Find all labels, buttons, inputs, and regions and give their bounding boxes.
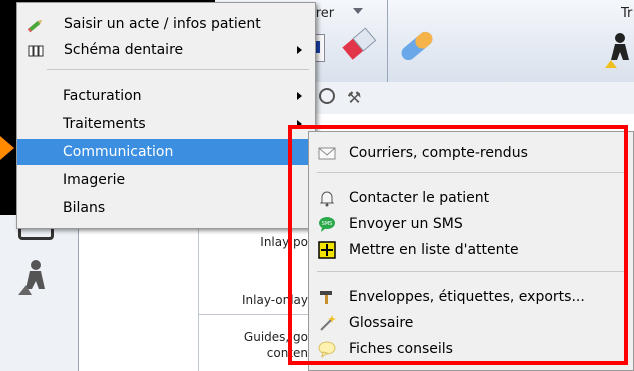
plus-box-icon — [318, 241, 336, 259]
table-cell[interactable]: Guides, go — [200, 330, 308, 344]
submenu-item-label: Glossaire — [349, 315, 414, 331]
teeth-chart-icon — [27, 42, 45, 58]
tools-icon — [318, 288, 336, 306]
worker-icon[interactable] — [16, 257, 50, 301]
menu-item-label: Facturation — [63, 88, 142, 104]
menu-item-label: Schéma dentaire — [64, 42, 184, 58]
table-cell[interactable]: Inlay po — [230, 235, 308, 249]
sms-icon: SMS — [318, 215, 336, 233]
submenu-item-liste-attente[interactable]: Mettre en liste d'attente — [309, 237, 633, 263]
speech-bubble-icon — [318, 340, 336, 359]
submenu-item-label: Mettre en liste d'attente — [349, 242, 519, 258]
submenu-item-label: Enveloppes, étiquettes, exports... — [349, 289, 585, 305]
pill-icon[interactable] — [395, 24, 439, 68]
menu-item-traitements[interactable]: Traitements — [17, 111, 315, 137]
menu-separator — [47, 69, 309, 70]
menu-item-saisir-acte[interactable]: Saisir un acte / infos patient — [17, 11, 315, 37]
toolbar-right-label[interactable]: Tr — [621, 6, 632, 21]
bell-icon — [318, 189, 336, 207]
menu-item-label: Traitements — [63, 116, 146, 132]
submenu-item-label: Fiches conseils — [349, 341, 453, 357]
left-rail — [0, 215, 79, 371]
envelope-icon — [318, 144, 336, 162]
eraser-icon[interactable] — [339, 24, 379, 64]
context-menu: Saisir un acte / infos patient Schéma de… — [16, 2, 316, 229]
orange-pointer-arrow — [0, 136, 14, 160]
submenu-item-label: Contacter le patient — [349, 190, 490, 206]
tools-icon[interactable]: ⚒ — [347, 88, 361, 107]
communication-submenu: Courriers, compte-rendus Contacter le pa… — [308, 131, 634, 371]
submenu-item-label: Envoyer un SMS — [349, 216, 463, 232]
menu-item-communication[interactable]: Communication — [17, 139, 315, 165]
menu-item-bilans[interactable]: Bilans — [17, 195, 315, 221]
submenu-item-fiches-conseils[interactable]: Fiches conseils — [309, 336, 633, 362]
menu-item-label: Imagerie — [63, 172, 126, 188]
menu-item-label: Bilans — [63, 200, 106, 216]
menu-item-label: Saisir un acte / infos patient — [64, 16, 261, 32]
submenu-item-sms[interactable]: SMS Envoyer un SMS — [309, 211, 633, 237]
worker-icon[interactable] — [603, 30, 633, 70]
menu-item-facturation[interactable]: Facturation — [17, 83, 315, 109]
toolbar-divider — [387, 0, 388, 82]
submenu-item-contacter[interactable]: Contacter le patient — [309, 185, 633, 211]
table-cell[interactable]: conten — [200, 346, 308, 360]
svg-text:SMS: SMS — [322, 221, 333, 227]
submenu-separator — [317, 271, 627, 272]
submenu-arrow-icon — [297, 120, 302, 128]
magic-wand-icon — [318, 314, 336, 332]
table-cell[interactable]: Inlay-onlay — [200, 293, 308, 307]
facturer-dropdown-arrow[interactable] — [353, 8, 363, 14]
submenu-separator — [317, 172, 627, 173]
menu-item-label: Communication — [63, 144, 174, 160]
pencil-icon — [27, 16, 45, 33]
menu-item-imagerie[interactable]: Imagerie — [17, 167, 315, 193]
submenu-item-courriers[interactable]: Courriers, compte-rendus — [309, 140, 633, 166]
submenu-arrow-icon — [297, 92, 302, 100]
submenu-item-glossaire[interactable]: Glossaire — [309, 310, 633, 336]
history-icon[interactable] — [319, 88, 335, 104]
submenu-item-label: Courriers, compte-rendus — [349, 145, 528, 161]
menu-item-schema-dentaire[interactable]: Schéma dentaire — [17, 37, 315, 63]
submenu-item-enveloppes[interactable]: Enveloppes, étiquettes, exports... — [309, 284, 633, 310]
submenu-arrow-icon — [297, 46, 302, 54]
